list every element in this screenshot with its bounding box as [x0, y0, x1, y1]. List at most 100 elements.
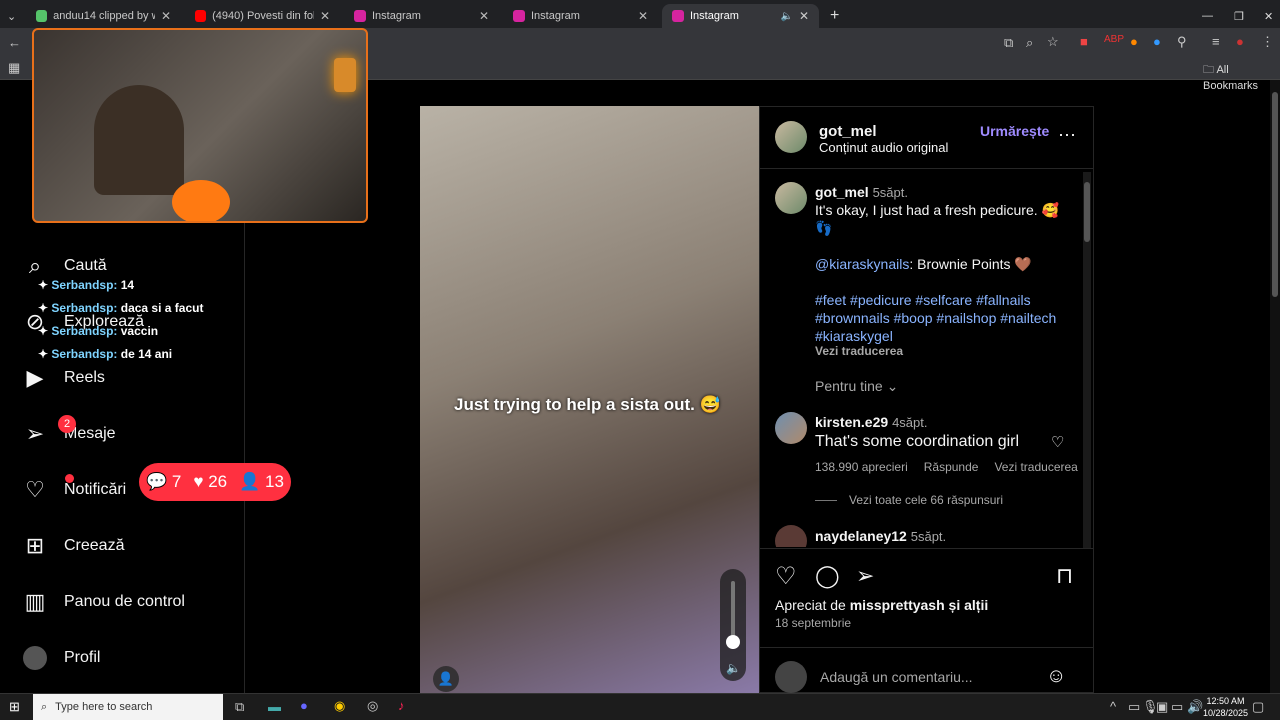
volume-slider[interactable]: 🔈: [720, 569, 746, 681]
avatar-icon: [23, 646, 47, 670]
page-scrollbar[interactable]: [1270, 80, 1280, 693]
comment-text: That's some coordination girl: [815, 433, 1020, 450]
reply-button[interactable]: Răspunde: [924, 460, 979, 474]
scrollbar-thumb[interactable]: [1084, 182, 1090, 242]
more-options-icon[interactable]: ⋯: [1058, 125, 1076, 146]
windows-start-icon[interactable]: ⊞: [9, 699, 20, 715]
search-icon: ⌕: [28, 253, 42, 278]
commenter-avatar[interactable]: [775, 525, 807, 547]
volume-knob[interactable]: [726, 635, 740, 649]
speaker-icon[interactable]: 🔈: [726, 661, 741, 675]
minimize-button[interactable]: —: [1192, 4, 1223, 28]
zoom-icon[interactable]: ⌕: [1026, 35, 1033, 51]
comment-header: naydelaney12 5săpt.: [815, 528, 946, 544]
discord-icon[interactable]: ●: [300, 698, 308, 713]
media-icon[interactable]: ≡: [1212, 34, 1220, 49]
tab-title: Instagram: [372, 10, 421, 22]
follow-button[interactable]: Urmărește: [980, 123, 1049, 139]
star-icon[interactable]: ☆: [1047, 34, 1059, 50]
bookmark-icon[interactable]: ⊓: [1056, 563, 1073, 589]
close-window-button[interactable]: ✕: [1254, 4, 1280, 28]
sidebar-item-reels[interactable]: ▶ Reels: [22, 365, 105, 391]
volume-icon[interactable]: 🔊: [1187, 699, 1203, 715]
page-scrollbar-thumb[interactable]: [1272, 92, 1278, 297]
liked-by-others[interactable]: și alții: [949, 597, 989, 613]
maximize-button[interactable]: ❐: [1224, 4, 1254, 28]
comment-username[interactable]: kirsten.e29: [815, 414, 888, 430]
hashtags[interactable]: #brownnails #boop #nailshop #nailtech: [815, 310, 1056, 326]
comment-likes-count[interactable]: 138.990 aprecieri: [815, 460, 908, 474]
task-view-icon[interactable]: ⧉: [235, 699, 244, 715]
hashtags[interactable]: #feet #pedicure #selfcare #fallnails: [815, 292, 1031, 308]
sidebar-item-create[interactable]: ⊞ Creează: [22, 533, 125, 559]
apps-icon[interactable]: ▦: [8, 60, 20, 76]
tab-1[interactable]: anduu14 clipped by water_add ✕: [26, 4, 181, 28]
close-icon[interactable]: ✕: [799, 9, 809, 23]
tagged-people-icon[interactable]: 👤: [433, 666, 459, 692]
tray-icon[interactable]: ▭: [1128, 699, 1140, 715]
post-author-username[interactable]: got_mel: [819, 123, 877, 140]
comment-input[interactable]: Adaugă un comentariu...: [820, 669, 973, 685]
liked-by-user[interactable]: missprettyash: [850, 597, 945, 613]
tab-2[interactable]: (4940) Povesti din folclorul ma... ✕: [185, 4, 340, 28]
sidebar-item-search[interactable]: ⌕ Caută: [22, 253, 107, 279]
sidebar-item-dashboard[interactable]: ▥ Panou de control: [22, 589, 185, 615]
share-icon[interactable]: ➢: [856, 563, 874, 589]
close-icon[interactable]: ✕: [479, 9, 489, 23]
back-icon[interactable]: ←: [8, 35, 21, 50]
profile-avatar-icon[interactable]: ●: [1236, 34, 1244, 49]
post-author-avatar[interactable]: [775, 121, 807, 153]
comment-username[interactable]: naydelaney12: [815, 528, 907, 544]
sidebar-item-messages[interactable]: ➢ 2 Mesaje: [22, 415, 116, 447]
notifications-pill[interactable]: 💬 7 ♥ 26 👤 13: [139, 463, 291, 501]
new-tab-button[interactable]: +: [820, 4, 849, 28]
chat-line: ✦ Serbandsp: daca si a facut: [38, 301, 204, 315]
comment-like-icon[interactable]: ♡: [1051, 433, 1064, 451]
audio-label[interactable]: Conținut audio original: [819, 140, 948, 155]
tab-4[interactable]: Instagram ✕: [503, 4, 658, 28]
tab-3[interactable]: Instagram ✕: [344, 4, 499, 28]
comment-icon[interactable]: ◯: [815, 563, 840, 589]
taskbar-search[interactable]: ⌕ Type here to search: [33, 694, 223, 720]
close-icon[interactable]: ✕: [161, 9, 171, 23]
sidebar-item-notifications[interactable]: ♡ Notificări: [22, 474, 126, 503]
taskbar-app-icon[interactable]: ▬: [268, 699, 281, 714]
extension-icon[interactable]: ●: [1130, 34, 1138, 49]
see-translation-link[interactable]: Vezi traducerea: [815, 344, 903, 358]
close-icon[interactable]: ✕: [320, 9, 330, 23]
youtube-icon: [195, 10, 207, 22]
tray-chevron-icon[interactable]: ^: [1110, 699, 1116, 714]
like-icon[interactable]: ♡: [775, 562, 797, 591]
tray-icon[interactable]: ▣: [1156, 699, 1168, 715]
for-you-dropdown[interactable]: Pentru tine ⌄: [815, 378, 898, 395]
see-translation-link[interactable]: Vezi traducerea: [994, 460, 1077, 474]
commenter-avatar[interactable]: [775, 412, 807, 444]
clock[interactable]: 12:50 AM 10/28/2025: [1203, 695, 1248, 719]
network-icon[interactable]: ▭: [1171, 699, 1183, 715]
caption-avatar[interactable]: [775, 182, 807, 214]
sidebar-item-profile[interactable]: Profil: [22, 645, 100, 671]
close-icon[interactable]: ✕: [638, 9, 648, 23]
obs-icon[interactable]: ◎: [367, 698, 378, 714]
scrollbar[interactable]: [1083, 172, 1091, 548]
view-replies[interactable]: Vezi toate cele 66 răspunsuri: [815, 493, 1003, 507]
cast-icon[interactable]: ⧉: [1004, 35, 1013, 51]
extension-icon[interactable]: ■: [1080, 34, 1088, 49]
mention-link[interactable]: @kiaraskynails: [815, 256, 909, 272]
extension-icon[interactable]: ●: [1153, 34, 1161, 49]
speaker-icon[interactable]: 🔈: [780, 11, 792, 22]
sidebar-item-label: Panou de control: [64, 593, 185, 610]
emoji-icon[interactable]: ☺: [1046, 665, 1066, 688]
tiktok-icon[interactable]: ♪: [398, 698, 405, 713]
all-bookmarks[interactable]: 🗀 All Bookmarks: [1203, 61, 1280, 92]
adblock-icon[interactable]: ABP: [1104, 34, 1124, 45]
chrome-icon[interactable]: ◉: [334, 698, 345, 714]
puzzle-icon[interactable]: ⚲: [1177, 34, 1187, 50]
caption-username[interactable]: got_mel: [815, 184, 869, 200]
tab-5-active[interactable]: Instagram 🔈 ✕: [662, 4, 819, 28]
lantern-icon: [334, 58, 356, 92]
hashtags[interactable]: #kiaraskygel: [815, 328, 893, 344]
menu-icon[interactable]: ⋮: [1261, 34, 1274, 50]
notification-center-icon[interactable]: ▢: [1252, 699, 1264, 715]
tab-search-button[interactable]: ⌄: [2, 4, 24, 28]
